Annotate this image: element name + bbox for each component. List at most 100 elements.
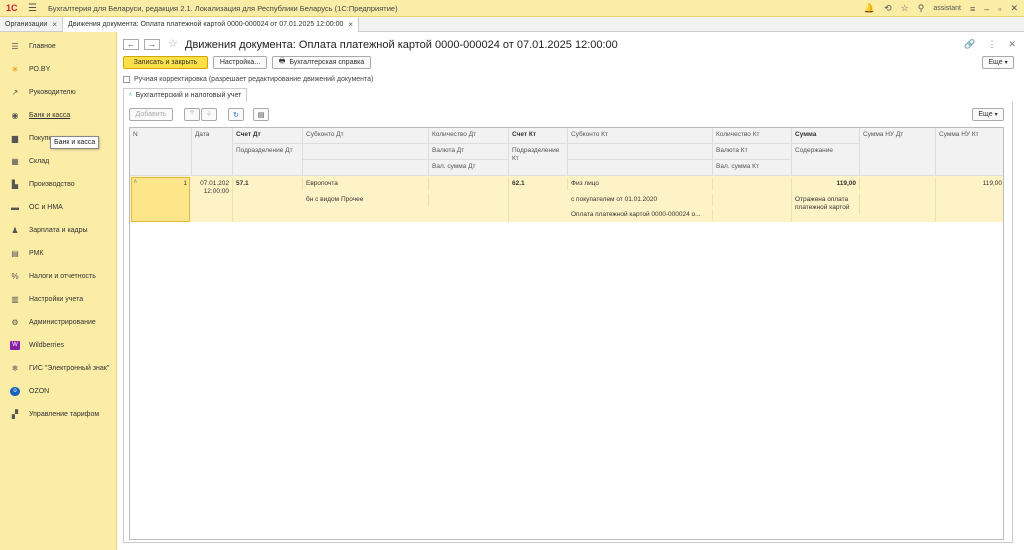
wildberries-icon: W: [10, 340, 20, 350]
col-header-sum-nu-kt[interactable]: Сумма НУ Кт: [936, 128, 1003, 176]
sidebar-item-warehouse[interactable]: ▦ Склад: [0, 153, 117, 169]
cell-n[interactable]: 1: [131, 178, 190, 190]
sidebar-item-production[interactable]: ▙ Производство: [0, 176, 117, 192]
forward-button[interactable]: →: [144, 39, 160, 50]
tab-label: Бухгалтерский и налоговый учет: [135, 92, 242, 99]
sidebar-item-accounting-settings[interactable]: ▥ Настройки учета: [0, 291, 117, 307]
button-label: Еще: [988, 59, 1003, 66]
cell-qty-dt[interactable]: [429, 178, 509, 222]
sidebar: ☰ Главное ✳ РО.BY ↗ Руководителю ◉ Банк и ка…: [0, 32, 117, 550]
sidebar-item-bank[interactable]: ◉ Банк и касса: [0, 107, 117, 123]
sidebar-item-salary[interactable]: ♟ Зарплата и кадры: [0, 222, 117, 238]
close-icon[interactable]: ✕: [1010, 3, 1018, 14]
minimize-icon[interactable]: –: [984, 4, 989, 14]
close-tab-icon[interactable]: ×: [52, 20, 57, 29]
sidebar-item-manager[interactable]: ↗ Руководителю: [0, 84, 117, 100]
truck-icon: ▬: [11, 202, 19, 212]
checkbox-box[interactable]: [123, 76, 130, 83]
star-icon[interactable]: ☆: [901, 3, 909, 14]
col-header-subconto-kt-3: [568, 160, 713, 176]
sidebar-item-label: Главное: [29, 42, 56, 50]
sidebar-item-administration[interactable]: ⚙ Администрирование: [0, 314, 117, 330]
percent-icon: %: [11, 271, 19, 281]
sidebar-item-rmk[interactable]: ▤ РМК: [0, 245, 117, 261]
cell-content[interactable]: Отражена оплата платежной картой: [792, 194, 860, 214]
cell-date[interactable]: 07.01.202 12:00:00: [192, 178, 233, 222]
add-button[interactable]: Добавить: [129, 108, 173, 121]
back-button[interactable]: ←: [123, 39, 139, 50]
settings-menu-icon[interactable]: ≡: [970, 4, 975, 14]
sidebar-item-fixed-assets[interactable]: ▬ ОС и НМА: [0, 199, 117, 215]
sidebar-item-tariff[interactable]: ▞ Управление тарифом: [0, 406, 117, 422]
cell-acc-dt[interactable]: 57.1: [233, 178, 303, 190]
menu-icon: ☰: [11, 41, 19, 51]
cell-subconto-kt-2[interactable]: с покупателем от 01.01.2020: [568, 194, 713, 206]
maximize-icon[interactable]: ▫: [998, 4, 1001, 14]
col-header-sum-nu-dt[interactable]: Сумма НУ Дт: [860, 128, 936, 176]
sidebar-item-ro-by[interactable]: ✳ РО.BY: [0, 61, 117, 77]
close-tab-icon[interactable]: ×: [348, 20, 353, 29]
col-header-cur-dt[interactable]: Валюта Дт: [429, 144, 509, 160]
col-header-acc-dt[interactable]: Счет Дт: [233, 128, 303, 144]
snowflake-icon: ❄: [11, 363, 19, 373]
close-window-icon[interactable]: ✕: [1008, 39, 1016, 50]
history-icon[interactable]: ⟲: [884, 3, 892, 14]
main-menu-icon[interactable]: ☰: [28, 3, 42, 14]
col-header-content[interactable]: Содержание: [792, 144, 860, 176]
more-button[interactable]: Еще ▾: [982, 56, 1014, 69]
1c-logo-icon: 1С: [6, 3, 18, 13]
accounting-reference-button[interactable]: 🖶 Бухгалтерская справка: [272, 56, 371, 69]
sidebar-item-label: РМК: [29, 249, 44, 257]
save-close-button[interactable]: Записать и закрыть: [123, 56, 208, 69]
table-more-button[interactable]: Еще ▾: [972, 108, 1004, 121]
link-icon[interactable]: 🔗: [964, 39, 975, 50]
sidebar-item-gis[interactable]: ❄ ГИС "Электронный знак": [0, 360, 117, 376]
bell-icon[interactable]: 🔔: [864, 3, 875, 14]
move-down-button[interactable]: 🡣: [201, 108, 217, 121]
col-header-subconto-kt[interactable]: Субконто Кт: [568, 128, 713, 144]
cell-subconto-dt-1[interactable]: Европочта: [303, 178, 429, 190]
cell-subconto-dt-2[interactable]: бн с видом Прочее: [303, 194, 429, 206]
tab-accounting[interactable]: ᴬ Бухгалтерский и налоговый учет: [123, 88, 248, 102]
cell-sum-nu-dt[interactable]: [860, 178, 936, 222]
gear-icon: ⚙: [11, 317, 19, 327]
refresh-button[interactable]: ↻: [228, 108, 244, 121]
sidebar-item-main[interactable]: ☰ Главное: [0, 38, 117, 54]
cell-qty-kt[interactable]: [713, 178, 792, 222]
col-header-sum[interactable]: Сумма: [792, 128, 860, 144]
col-header-date[interactable]: Дата: [192, 128, 233, 176]
col-header-cursum-kt[interactable]: Вал. сумма Кт: [713, 160, 792, 176]
sidebar-item-label: Wildberries: [29, 341, 65, 349]
user-name[interactable]: assistant: [933, 5, 961, 12]
tab-organizations[interactable]: Организации ×: [0, 17, 64, 32]
manual-correction-checkbox[interactable]: Ручная корректировка (разрешает редактир…: [123, 76, 373, 83]
col-header-cur-kt[interactable]: Валюта Кт: [713, 144, 792, 160]
sidebar-item-taxes[interactable]: % Налоги и отчетность: [0, 268, 117, 284]
more-vertical-icon[interactable]: ⋮: [987, 39, 996, 50]
move-up-button[interactable]: 🡡: [184, 108, 200, 121]
sidebar-item-label: Налоги и отчетность: [29, 272, 96, 280]
col-header-qty-dt[interactable]: Количество Дт: [429, 128, 509, 144]
cell-sum-nu-kt[interactable]: 119,00: [936, 178, 1003, 190]
cell-acc-kt[interactable]: 62.1: [509, 178, 568, 190]
cell-subconto-kt-1[interactable]: Физ лицо: [568, 178, 713, 190]
sidebar-item-ozon[interactable]: o OZON: [0, 383, 117, 399]
sidebar-item-wildberries[interactable]: W Wildberries: [0, 337, 117, 353]
col-header-cursum-dt[interactable]: Вал. сумма Дт: [429, 160, 509, 176]
col-header-dept-kt[interactable]: Подразделение Кт: [509, 144, 568, 176]
col-header-dept-dt[interactable]: Подразделение Дт: [233, 144, 303, 176]
col-header-acc-kt[interactable]: Счет Кт: [509, 128, 568, 144]
table-settings-button[interactable]: ▤: [253, 108, 269, 121]
settings-button[interactable]: Настройка...: [213, 56, 267, 69]
chevron-down-icon: ▾: [994, 112, 998, 118]
col-header-subconto-dt[interactable]: Субконто Дт: [303, 128, 429, 144]
tab-label: Движения документа: Оплата платежной кар…: [68, 21, 344, 28]
tab-document-movements[interactable]: Движения документа: Оплата платежной кар…: [63, 17, 360, 32]
col-header-qty-kt[interactable]: Количество Кт: [713, 128, 792, 144]
search-icon[interactable]: ⚲: [918, 3, 925, 14]
chevron-down-icon: ▾: [1004, 60, 1008, 66]
cell-subconto-kt-3[interactable]: Оплата платежной картой 0000-000024 о...: [568, 209, 713, 221]
cell-sum[interactable]: 119,00: [792, 178, 860, 190]
col-header-n[interactable]: N: [130, 128, 192, 176]
favorite-star-icon[interactable]: ☆: [168, 37, 178, 50]
